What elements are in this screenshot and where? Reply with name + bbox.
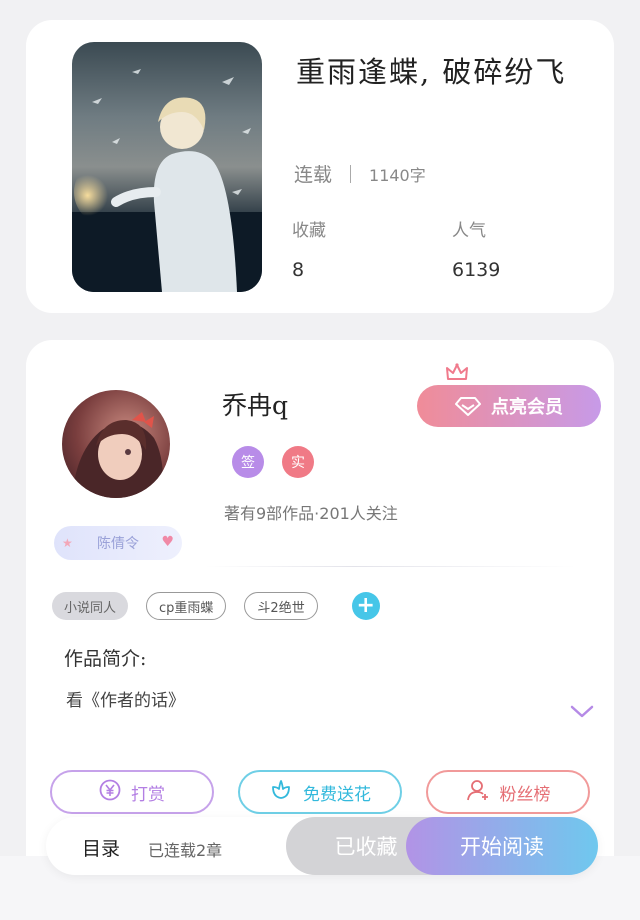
tag-item[interactable]: 小说同人 — [52, 592, 129, 620]
tag-item[interactable]: 斗2绝世 — [244, 592, 318, 620]
toc-button[interactable]: 目录 — [82, 834, 120, 861]
start-reading-button[interactable]: 开始阅读 — [406, 817, 598, 875]
yen-icon — [99, 779, 121, 806]
favorites-label: 收藏 — [292, 221, 326, 241]
star-icon: ★ — [62, 536, 73, 550]
tag-item[interactable]: cp重雨蝶 — [146, 592, 227, 620]
chevron-down-icon[interactable] — [570, 704, 594, 723]
tip-label: 打赏 — [131, 784, 165, 805]
bottom-action-bar: 目录 已连载2章 已收藏 开始阅读 — [46, 817, 598, 875]
tip-button[interactable]: 打赏 — [50, 770, 214, 814]
verified-badge: 实 — [282, 446, 314, 478]
vip-button[interactable]: 点亮会员 — [417, 363, 601, 427]
intro-text: 看《作者的话》 — [66, 691, 185, 711]
popularity-label: 人气 — [452, 221, 486, 241]
flower-label: 免费送花 — [303, 784, 371, 805]
send-flower-button[interactable]: 免费送花 — [238, 770, 402, 814]
vip-button-label: 点亮会员 — [491, 397, 563, 418]
plus-icon: + — [356, 593, 375, 618]
user-icon — [466, 778, 490, 807]
book-cover-image[interactable] — [72, 42, 262, 292]
chapter-status: 已连载2章 — [148, 841, 223, 860]
book-title: 重雨逢蝶, 破碎纷飞 — [296, 55, 567, 89]
author-avatar[interactable] — [62, 390, 170, 498]
favorites-value: 8 — [292, 259, 305, 281]
favorites-stat: 收藏 8 — [292, 216, 326, 281]
intro-label: 作品简介: — [64, 648, 147, 670]
fans-label: 粉丝榜 — [499, 784, 551, 805]
serial-status: 连载 — [294, 164, 333, 186]
author-badges: 签 实 — [232, 446, 314, 478]
status-divider — [350, 164, 352, 183]
fan-badge: ★ 陈倩令 ♥ — [54, 526, 182, 560]
fan-badge-label: 陈倩令 — [97, 536, 139, 552]
popularity-stat: 人气 6139 — [452, 216, 500, 281]
heart-icon: ♥ — [161, 534, 174, 550]
book-info-card: 重雨逢蝶, 破碎纷飞 连载 1140字 收藏 8 人气 6139 — [26, 20, 614, 313]
author-name[interactable]: 乔冉q — [222, 386, 288, 422]
fan-ranking-button[interactable]: 粉丝榜 — [426, 770, 590, 814]
book-status-row: 连载 1140字 — [294, 160, 426, 187]
action-row: 打赏 免费送花 粉丝榜 — [50, 770, 590, 814]
author-stats: 著有9部作品·201人关注 — [224, 504, 398, 523]
tag-list: 小说同人 cp重雨蝶 斗2绝世 + — [52, 592, 380, 620]
gem-icon — [455, 396, 481, 416]
crown-icon — [445, 363, 469, 388]
popularity-value: 6139 — [452, 259, 501, 281]
author-card: 乔冉q 签 实 著有9部作品·201人关注 点亮会员 ★ 陈倩令 ♥ 小说同人 … — [26, 340, 614, 890]
add-tag-button[interactable]: + — [351, 592, 380, 620]
divider — [206, 566, 576, 567]
signed-badge: 签 — [232, 446, 264, 478]
word-count: 1140字 — [369, 165, 426, 185]
flower-icon — [269, 779, 293, 806]
